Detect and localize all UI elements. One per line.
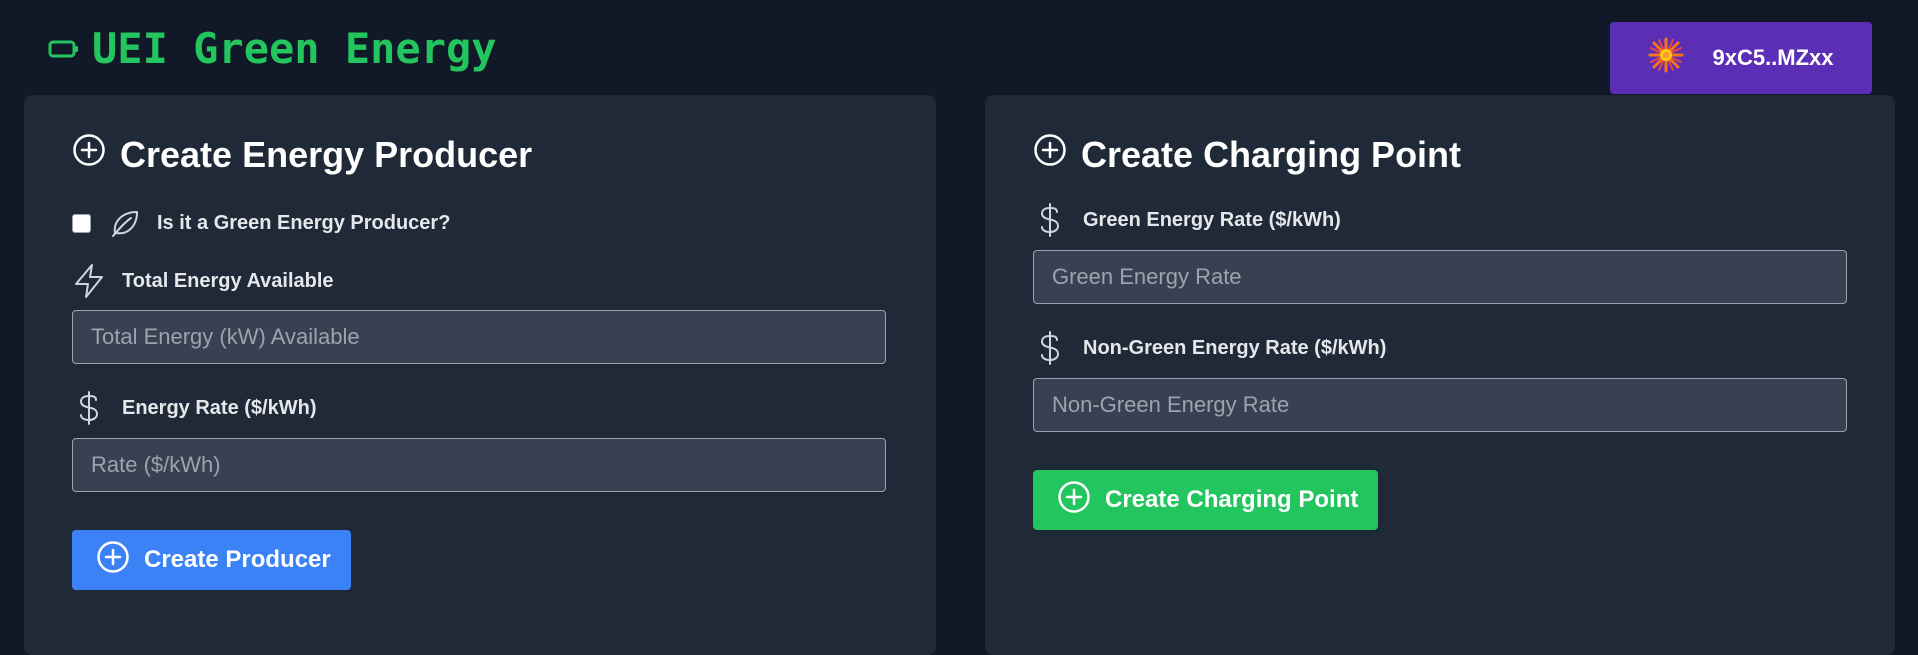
total-energy-input[interactable] (72, 310, 886, 364)
green-rate-label-row: Green Energy Rate ($/kWh) (1033, 202, 1341, 238)
create-charging-point-panel: Create Charging Point Green Energy Rate … (985, 95, 1895, 655)
producer-title-text: Create Energy Producer (120, 133, 533, 175)
dollar-icon (72, 390, 106, 426)
green-producer-checkbox[interactable] (72, 213, 91, 233)
wallet-address: 9xC5..MZxx (1712, 45, 1834, 70)
total-energy-label: Total Energy Available (122, 269, 334, 292)
green-producer-row: Is it a Green Energy Producer? (72, 207, 450, 239)
charging-title-text: Create Charging Point (1081, 133, 1462, 175)
plus-circle-icon (72, 133, 106, 176)
nongreen-rate-label-row: Non-Green Energy Rate ($/kWh) (1033, 330, 1386, 366)
green-rate-input[interactable] (1033, 250, 1847, 304)
create-charging-point-label: Create Charging Point (1105, 486, 1359, 513)
app-title-text: UEI Green Energy (92, 24, 497, 73)
charging-panel-title: Create Charging Point (1033, 133, 1461, 176)
create-producer-button[interactable]: Create Producer (72, 530, 351, 590)
nongreen-rate-input[interactable] (1033, 378, 1847, 432)
app-title: UEI Green Energy (48, 24, 497, 73)
nongreen-rate-label: Non-Green Energy Rate ($/kWh) (1083, 336, 1387, 359)
energy-rate-label: Energy Rate ($/kWh) (122, 396, 317, 419)
battery-icon (48, 38, 80, 60)
leaf-icon (109, 207, 141, 239)
create-producer-panel: Create Energy Producer Is it a Green Ene… (24, 95, 936, 655)
sparkle-burst-icon (1648, 37, 1684, 79)
producer-panel-title: Create Energy Producer (72, 133, 532, 176)
green-rate-label: Green Energy Rate ($/kWh) (1083, 208, 1341, 231)
dollar-icon (1033, 330, 1067, 366)
dollar-icon (1033, 202, 1067, 238)
green-producer-label: Is it a Green Energy Producer? (157, 211, 451, 234)
energy-rate-label-row: Energy Rate ($/kWh) (72, 390, 316, 426)
plus-circle-icon (1033, 133, 1067, 176)
wallet-button[interactable]: 9xC5..MZxx (1610, 22, 1872, 94)
total-energy-label-row: Total Energy Available (72, 263, 334, 299)
plus-circle-icon (1057, 480, 1091, 521)
create-producer-label: Create Producer (144, 546, 331, 573)
plus-circle-icon (96, 540, 130, 581)
lightning-icon (72, 263, 106, 299)
energy-rate-input[interactable] (72, 438, 886, 492)
create-charging-point-button[interactable]: Create Charging Point (1033, 470, 1379, 530)
